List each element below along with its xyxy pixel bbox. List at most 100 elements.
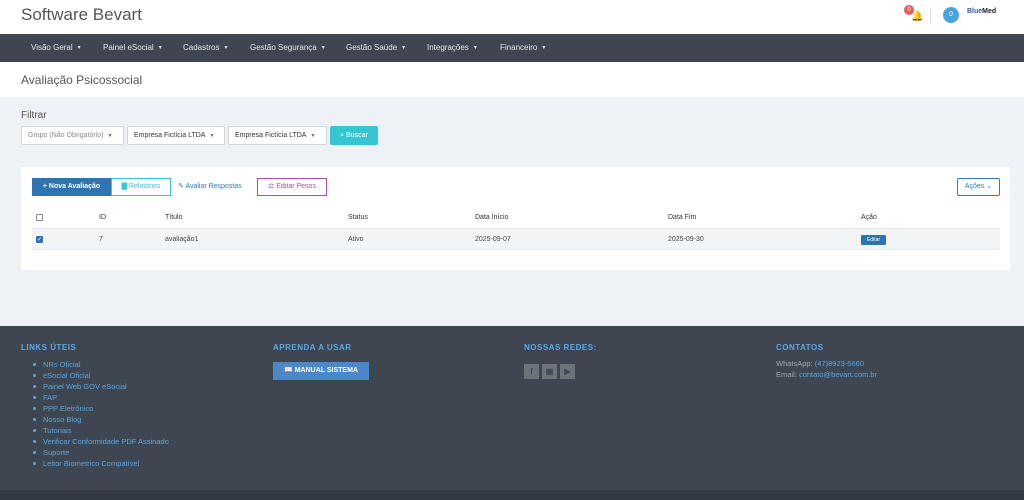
column-header-start-date[interactable]: Data Início <box>475 214 508 221</box>
header-divider <box>930 8 931 24</box>
actions-label: Ações <box>964 183 985 190</box>
select-value: Empresa Fictícia LTDA <box>235 132 307 139</box>
nav-painel-esocial[interactable]: Painel eSocial ▼ <box>103 34 163 62</box>
footer-links-list: NRs Oficial eSocial Oficial Painel Web G… <box>33 359 169 469</box>
page-title: Avaliação Psicossocial <box>21 73 143 87</box>
column-header-action: Ação <box>861 214 877 221</box>
footer-link[interactable]: Leitor Biometrico Compatível <box>33 458 169 469</box>
footer-link[interactable]: eSocial Oficial <box>33 370 169 381</box>
plus-icon: + <box>42 183 47 190</box>
footer-learn-title: APRENDA A USAR <box>273 343 352 352</box>
footer-link[interactable]: Nosso Blog <box>33 414 169 425</box>
new-evaluation-label: Nova Avaliação <box>48 183 101 190</box>
footer-link[interactable]: Painel Web GOV eSocial <box>33 381 169 392</box>
footer-link[interactable]: NRs Oficial <box>33 359 169 370</box>
table-divider <box>32 249 1000 250</box>
youtube-icon[interactable]: ▶ <box>560 364 575 379</box>
edit-row-button[interactable]: Editar <box>861 235 886 245</box>
company-select-1[interactable]: Empresa Fictícia LTDA ▼ <box>127 126 225 145</box>
footer-link[interactable]: Verificar Conformidade PDF Assinado <box>33 436 169 447</box>
nav-label: Cadastros <box>183 43 220 52</box>
nav-label: Visão Geral <box>31 43 73 52</box>
group-select[interactable]: Grupo (Não Obrigatório) ▼ <box>21 126 124 145</box>
cell-id: 7 <box>99 236 103 243</box>
main-nav: Visão Geral ▼ Painel eSocial ▼ Cadastros ▼ … <box>0 34 1024 62</box>
search-button-label: Buscar <box>346 132 368 139</box>
nav-label: Gestão Saúde <box>346 43 398 52</box>
select-value: Empresa Fictícia LTDA <box>134 132 206 139</box>
facebook-icon[interactable]: f <box>524 364 539 379</box>
caret-down-icon: ▼ <box>209 133 215 139</box>
search-icon: ⌕ <box>340 132 345 139</box>
company-select-2[interactable]: Empresa Fictícia LTDA ▼ <box>228 126 327 145</box>
caret-down-icon: ▼ <box>107 133 113 139</box>
footer-link[interactable]: PPP Eletrônico <box>33 403 169 414</box>
email-contact: Email: contato@bevart.com.br <box>776 370 877 379</box>
nav-gestao-saude[interactable]: Gestão Saúde ▼ <box>346 34 406 62</box>
nav-cadastros[interactable]: Cadastros ▼ <box>183 34 228 62</box>
evaluate-responses-label: Avaliar Respostas <box>185 183 242 190</box>
manual-label: MANUAL SISTEMA <box>294 367 358 374</box>
caret-down-icon: ▼ <box>541 45 547 51</box>
whatsapp-label: WhatsApp: <box>776 359 813 368</box>
brand-title[interactable]: Software Bevart <box>21 5 142 25</box>
cell-title: avaliação1 <box>165 236 199 243</box>
nav-visao-geral[interactable]: Visão Geral ▼ <box>31 34 82 62</box>
edit-icon: ✎ <box>178 183 184 190</box>
search-button[interactable]: ⌕ Buscar <box>330 126 378 145</box>
nav-integracoes[interactable]: Integrações ▼ <box>427 34 478 62</box>
nav-financeiro[interactable]: Financeiro ▼ <box>500 34 546 62</box>
caret-down-icon: ▼ <box>310 133 316 139</box>
footer-social-title: NOSSAS REDES: <box>524 343 597 352</box>
notification-count-badge: 0 <box>904 5 914 15</box>
whatsapp-value[interactable]: (47)8923-5660 <box>815 359 864 368</box>
select-value: Grupo (Não Obrigatório) <box>28 132 104 139</box>
footer-link[interactable]: Tutoriais <box>33 425 169 436</box>
footer-link[interactable]: Suporte <box>33 447 169 458</box>
cell-status: Ativo <box>348 236 364 243</box>
new-evaluation-button[interactable]: + Nova Avaliação <box>32 178 111 196</box>
evaluations-card: + Nova Avaliação ▇ Relatórios ✎ Avaliar … <box>21 167 1010 270</box>
balance-scale-icon: ⚖ <box>268 183 275 190</box>
reports-label: Relatórios <box>128 183 161 190</box>
filter-label: Filtrar <box>21 110 47 121</box>
column-header-status[interactable]: Status <box>348 214 368 221</box>
nav-label: Financeiro <box>500 43 538 52</box>
book-icon: 📖 <box>284 367 293 374</box>
nav-label: Integrações <box>427 43 469 52</box>
column-header-title[interactable]: Título <box>165 214 183 221</box>
footer-bottom-bar <box>0 490 1024 500</box>
bar-chart-icon: ▇ <box>121 183 127 190</box>
notifications[interactable]: 🔔 0 <box>904 5 923 23</box>
actions-dropdown-button[interactable]: Ações ⌄ <box>957 178 1000 196</box>
company-logo: BlueMed <box>967 8 996 15</box>
logo-text-med: Med <box>982 8 997 15</box>
row-checkbox[interactable]: ✓ <box>36 236 43 243</box>
caret-down-icon: ▼ <box>401 45 407 51</box>
user-avatar[interactable]: 0 <box>943 7 959 23</box>
cell-start-date: 2025-09-07 <box>475 236 511 243</box>
evaluate-responses-link[interactable]: ✎ Avaliar Respostas <box>178 178 242 196</box>
page-header: Avaliação Psicossocial <box>0 62 1024 97</box>
nav-label: Painel eSocial <box>103 43 154 52</box>
manual-system-button[interactable]: 📖 MANUAL SISTEMA <box>273 362 369 380</box>
footer-contacts-title: CONTATOS <box>776 343 824 352</box>
reports-button[interactable]: ▇ Relatórios <box>111 178 171 196</box>
column-header-id[interactable]: ID <box>99 214 106 221</box>
instagram-icon[interactable]: ▣ <box>542 364 557 379</box>
caret-down-icon: ▼ <box>157 45 163 51</box>
edit-weights-button[interactable]: ⚖ Editar Pesos <box>257 178 327 196</box>
edit-weights-label: Editar Pesos <box>276 183 316 190</box>
whatsapp-contact: WhatsApp: (47)8923-5660 <box>776 359 864 368</box>
column-header-end-date[interactable]: Data Fim <box>668 214 696 221</box>
chevron-down-icon: ⌄ <box>986 183 993 190</box>
footer: LINKS ÚTEIS NRs Oficial eSocial Oficial … <box>0 326 1024 490</box>
caret-down-icon: ▼ <box>320 45 326 51</box>
top-bar: Software Bevart 🔔 0 0 BlueMed <box>0 0 1024 34</box>
caret-down-icon: ▼ <box>76 45 82 51</box>
caret-down-icon: ▼ <box>472 45 478 51</box>
email-value[interactable]: contato@bevart.com.br <box>799 370 877 379</box>
nav-gestao-seguranca[interactable]: Gestão Segurança ▼ <box>250 34 326 62</box>
footer-link[interactable]: FAP <box>33 392 169 403</box>
select-all-checkbox[interactable] <box>36 214 43 221</box>
